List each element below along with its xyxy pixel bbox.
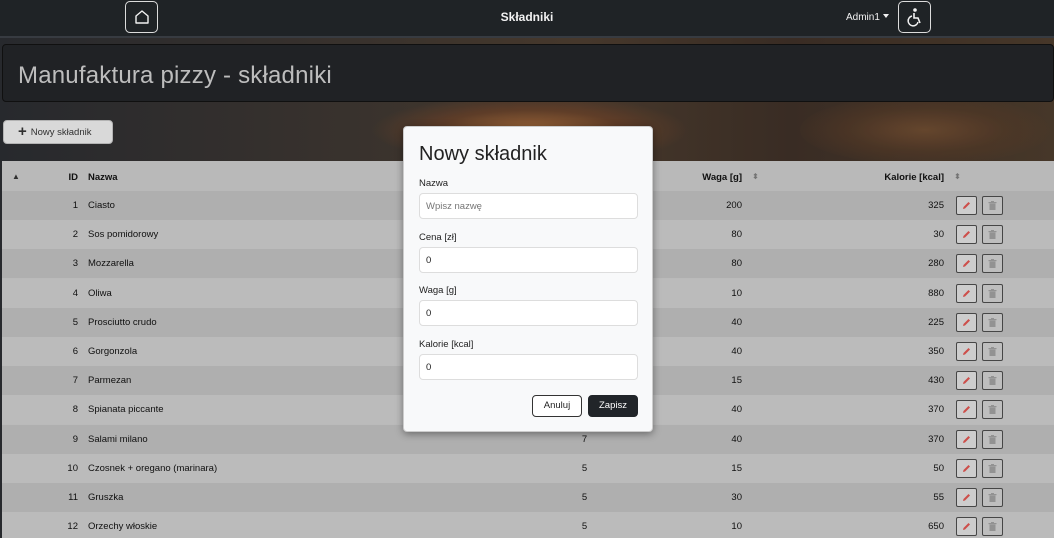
name-label: Nazwa — [419, 178, 449, 189]
kcal-input[interactable] — [419, 354, 638, 380]
weight-input[interactable] — [419, 300, 638, 326]
kcal-label: Kalorie [kcal] — [419, 339, 474, 350]
cancel-button[interactable]: Anuluj — [532, 395, 582, 417]
modal-title: Nowy składnik — [419, 143, 547, 165]
name-input[interactable] — [419, 193, 638, 219]
price-input[interactable] — [419, 247, 638, 273]
weight-label: Waga [g] — [419, 285, 457, 296]
price-label: Cena [zł] — [419, 232, 457, 243]
save-button[interactable]: Zapisz — [588, 395, 638, 417]
new-ingredient-modal: Nowy składnik Nazwa Cena [zł] Waga [g] K… — [403, 126, 653, 432]
